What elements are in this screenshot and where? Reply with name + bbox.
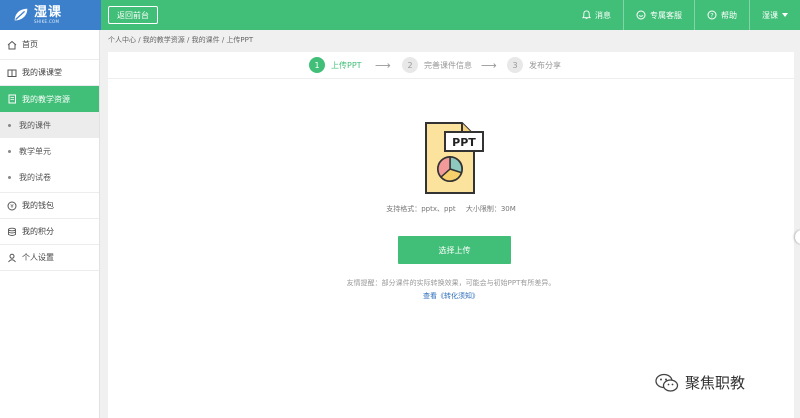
wechat-icon xyxy=(655,373,679,392)
messages-button[interactable]: 消息 xyxy=(570,0,623,30)
sidebar-submenu: 我的课件 教学单元 我的试卷 xyxy=(0,112,99,193)
brand-name: 湿课 xyxy=(34,5,63,20)
sidebar-item-settings[interactable]: 个人设置 xyxy=(0,245,99,271)
sidebar-subitem-my-courseware[interactable]: 我的课件 xyxy=(0,112,99,138)
service-button[interactable]: 专属客服 xyxy=(623,0,694,30)
sidebar-item-label: 我的教学资源 xyxy=(22,94,70,104)
upload-hint: 友情提醒：部分课件的实际转换效果，可能会与初始PPT有所差异。 xyxy=(346,279,556,287)
arrow-right-icon: ⟶ xyxy=(375,59,391,72)
chevron-down-icon xyxy=(782,13,788,17)
database-icon xyxy=(8,227,16,236)
sidebar-item-label: 我的钱包 xyxy=(22,201,54,210)
sidebar-subitem-label: 我的试卷 xyxy=(19,172,51,182)
bell-icon xyxy=(582,10,591,20)
sidebar-subitem-label: 我的课件 xyxy=(19,120,51,130)
bullet-icon xyxy=(8,149,11,153)
user-name: 湿课 xyxy=(762,10,778,20)
step-number: 2 xyxy=(402,57,418,73)
sidebar-item-my-class[interactable]: 我的课课堂 xyxy=(0,60,99,86)
help-button[interactable]: ? 帮助 xyxy=(694,0,749,30)
sidebar-item-label: 首页 xyxy=(22,40,38,49)
svg-text:?: ? xyxy=(710,12,713,19)
select-upload-button[interactable]: 选择上传 xyxy=(398,236,511,264)
bullet-icon xyxy=(8,123,11,127)
svg-text:¥: ¥ xyxy=(10,204,14,210)
messages-label: 消息 xyxy=(595,10,611,20)
sidebar-item-teaching-resources[interactable]: 我的教学资源 xyxy=(0,86,99,112)
watermark-text: 聚焦职教 xyxy=(685,374,746,392)
watermark: 聚焦职教 xyxy=(655,372,745,393)
arrow-right-icon: ⟶ xyxy=(481,59,497,72)
step-upload-ppt: 1 上传PPT xyxy=(309,57,362,73)
top-right-menu: 消息 专属客服 ? 帮助 湿课 xyxy=(570,0,800,30)
help-label: 帮助 xyxy=(721,10,737,20)
upload-panel: 1 上传PPT ⟶ 2 完善课件信息 ⟶ 3 发布分享 PPT 支持格式：ppt… xyxy=(108,52,794,418)
sidebar-subitem-teaching-units[interactable]: 教学单元 xyxy=(0,138,99,164)
step-number: 1 xyxy=(309,57,325,73)
step-label: 完善课件信息 xyxy=(424,60,472,70)
sidebar-item-home[interactable]: 首页 xyxy=(0,30,99,60)
side-scroll-handle[interactable] xyxy=(795,230,800,244)
ppt-label: PPT xyxy=(452,136,476,149)
sidebar-item-label: 个人设置 xyxy=(22,253,54,262)
breadcrumb: 个人中心 / 我的教学资源 / 我的课件 / 上传PPT xyxy=(108,36,254,44)
sidebar-subitem-label: 教学单元 xyxy=(19,146,51,156)
user-icon xyxy=(8,253,16,262)
logo[interactable]: 湿课 SHIKE.COM xyxy=(0,0,101,30)
sidebar-subitem-my-exams[interactable]: 我的试卷 xyxy=(0,164,99,190)
ppt-file-icon: PPT xyxy=(425,122,484,194)
service-label: 专属客服 xyxy=(650,10,682,20)
back-to-front-button[interactable]: 返回前台 xyxy=(108,6,158,24)
step-label: 上传PPT xyxy=(331,60,362,70)
step-complete-info: 2 完善课件信息 xyxy=(402,57,472,73)
sidebar: 首页 我的课课堂 我的教学资源 我的课件 教学单元 我的试卷 ¥ 我的钱包 我的… xyxy=(0,30,100,418)
question-icon: ? xyxy=(707,10,717,20)
stepper: 1 上传PPT ⟶ 2 完善课件信息 ⟶ 3 发布分享 xyxy=(108,52,794,79)
support-formats: 支持格式：pptx、ppt xyxy=(386,205,456,213)
top-bar: 湿课 SHIKE.COM 返回前台 消息 专属客服 ? 帮助 湿课 xyxy=(0,0,800,30)
book-icon xyxy=(7,69,17,77)
step-number: 3 xyxy=(507,57,523,73)
bullet-icon xyxy=(8,175,11,179)
sidebar-item-points[interactable]: 我的积分 xyxy=(0,219,99,245)
brand-tagline: SHIKE.COM xyxy=(34,19,60,24)
support-size-limit: 大小限制：30M xyxy=(465,205,516,213)
coin-icon: ¥ xyxy=(7,201,17,210)
chat-icon xyxy=(636,10,646,20)
user-menu[interactable]: 湿课 xyxy=(749,0,800,30)
conversion-notice-link[interactable]: 查看《转化须知》 xyxy=(108,291,794,301)
sidebar-item-label: 我的积分 xyxy=(22,227,54,236)
sidebar-item-wallet[interactable]: ¥ 我的钱包 xyxy=(0,193,99,219)
leaf-logo-icon xyxy=(14,8,28,21)
step-publish-share: 3 发布分享 xyxy=(507,57,561,73)
sidebar-item-label: 我的课课堂 xyxy=(22,68,62,77)
step-label: 发布分享 xyxy=(529,60,561,70)
support-info: 支持格式：pptx、ppt 大小限制：30M xyxy=(108,204,794,214)
home-icon xyxy=(7,40,17,49)
document-icon xyxy=(8,94,16,104)
